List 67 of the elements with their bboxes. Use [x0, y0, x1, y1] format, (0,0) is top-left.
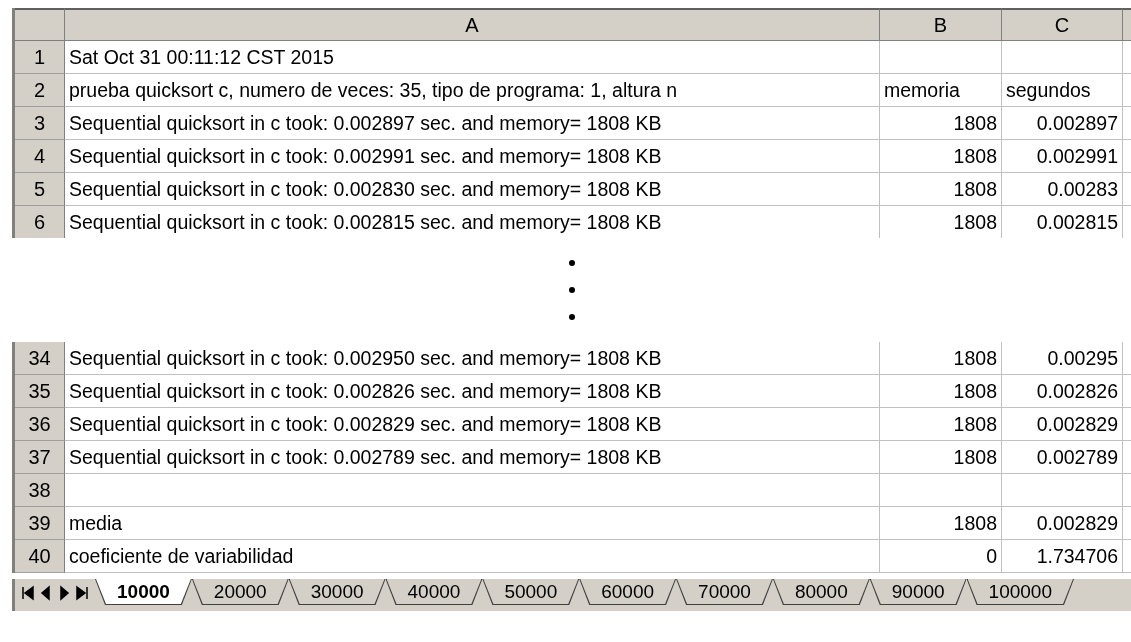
- sheet-tab[interactable]: 90000: [869, 579, 967, 605]
- table-cell: 1808: [880, 408, 1002, 441]
- row-header[interactable]: 3: [15, 107, 65, 140]
- column-header[interactable]: [1123, 8, 1131, 41]
- column-header[interactable]: B: [880, 8, 1002, 41]
- row-header[interactable]: 5: [15, 173, 65, 206]
- first-sheet-icon[interactable]: [21, 585, 35, 601]
- sheet-tab[interactable]: 30000: [288, 579, 386, 605]
- row-header[interactable]: 6: [15, 206, 65, 238]
- table-cell: 0.00283: [1002, 173, 1123, 206]
- table-cell: Sequential quicksort in c took: 0.002950 sec. and memory= 1808 KB: [65, 342, 880, 375]
- table-cell: 1808: [880, 107, 1002, 140]
- table-cell: 0.002826: [1002, 375, 1123, 408]
- vertical-ellipsis-icon: [567, 259, 576, 321]
- table-cell: coeficiente de variabilidad: [65, 540, 880, 573]
- sheet-tab[interactable]: 50000: [482, 579, 580, 605]
- table-cell: 0: [880, 540, 1002, 573]
- table-cell: prueba quicksort c, numero de veces: 35, tipo de programa: 1, altura n: [65, 74, 880, 107]
- sheet-tab[interactable]: 80000: [772, 579, 870, 605]
- table-cell: 1808: [880, 507, 1002, 540]
- table-cell: 1808: [880, 342, 1002, 375]
- table-cell: 1808: [880, 375, 1002, 408]
- table-cell: Sequential quicksort in c took: 0.002830 sec. and memory= 1808 KB: [65, 173, 880, 206]
- table-cell: Sequential quicksort in c took: 0.002829 sec. and memory= 1808 KB: [65, 408, 880, 441]
- table-cell: segundos: [1002, 74, 1123, 107]
- table-cell: Sequential quicksort in c took: 0.002815 sec. and memory= 1808 KB: [65, 206, 880, 238]
- sheet-tab[interactable]: 10000: [95, 579, 192, 605]
- table-cell: 0.002829: [1002, 507, 1123, 540]
- table-cell: 0.002829: [1002, 408, 1123, 441]
- table-cell: media: [65, 507, 880, 540]
- row-header[interactable]: 37: [15, 441, 65, 474]
- corner-header[interactable]: [15, 8, 65, 41]
- sheet-tab[interactable]: 70000: [676, 579, 773, 605]
- row-header[interactable]: 35: [15, 375, 65, 408]
- table-cell: Sequential quicksort in c took: 0.002991 sec. and memory= 1808 KB: [65, 140, 880, 173]
- row-header[interactable]: 1: [15, 41, 65, 74]
- table-cell: Sequential quicksort in c took: 0.002826 sec. and memory= 1808 KB: [65, 375, 880, 408]
- sheet-tab[interactable]: 40000: [385, 579, 483, 605]
- row-header[interactable]: 39: [15, 507, 65, 540]
- table-cell: 1.734706: [1002, 540, 1123, 573]
- table-cell: 1808: [880, 173, 1002, 206]
- table-cell: Sequential quicksort in c took: 0.002789 sec. and memory= 1808 KB: [65, 441, 880, 474]
- next-sheet-icon[interactable]: [57, 585, 71, 601]
- sheet-tab[interactable]: 100000: [966, 579, 1074, 605]
- table-cell: 1808: [880, 441, 1002, 474]
- row-header[interactable]: 38: [15, 474, 65, 507]
- table-cell: 0.002789: [1002, 441, 1123, 474]
- table-cell: 0.002815: [1002, 206, 1123, 238]
- sheet-tab[interactable]: 60000: [579, 579, 677, 605]
- table-cell: 1808: [880, 140, 1002, 173]
- table-cell: 0.00295: [1002, 342, 1123, 375]
- table-cell: Sat Oct 31 00:11:12 CST 2015: [65, 41, 880, 74]
- row-header[interactable]: 2: [15, 74, 65, 107]
- table-cell: 0.002991: [1002, 140, 1123, 173]
- row-header[interactable]: 40: [15, 540, 65, 573]
- sheet-tab[interactable]: 20000: [191, 579, 289, 605]
- table-cell: memoria: [880, 74, 1002, 107]
- row-header[interactable]: 36: [15, 408, 65, 441]
- row-header[interactable]: 34: [15, 342, 65, 375]
- row-header[interactable]: 4: [15, 140, 65, 173]
- last-sheet-icon[interactable]: [75, 585, 89, 601]
- column-header[interactable]: A: [65, 8, 880, 41]
- table-cell: 0.002897: [1002, 107, 1123, 140]
- table-cell: Sequential quicksort in c took: 0.002897 sec. and memory= 1808 KB: [65, 107, 880, 140]
- column-header[interactable]: C: [1002, 8, 1123, 41]
- table-cell: 1808: [880, 206, 1002, 238]
- previous-sheet-icon[interactable]: [39, 585, 53, 601]
